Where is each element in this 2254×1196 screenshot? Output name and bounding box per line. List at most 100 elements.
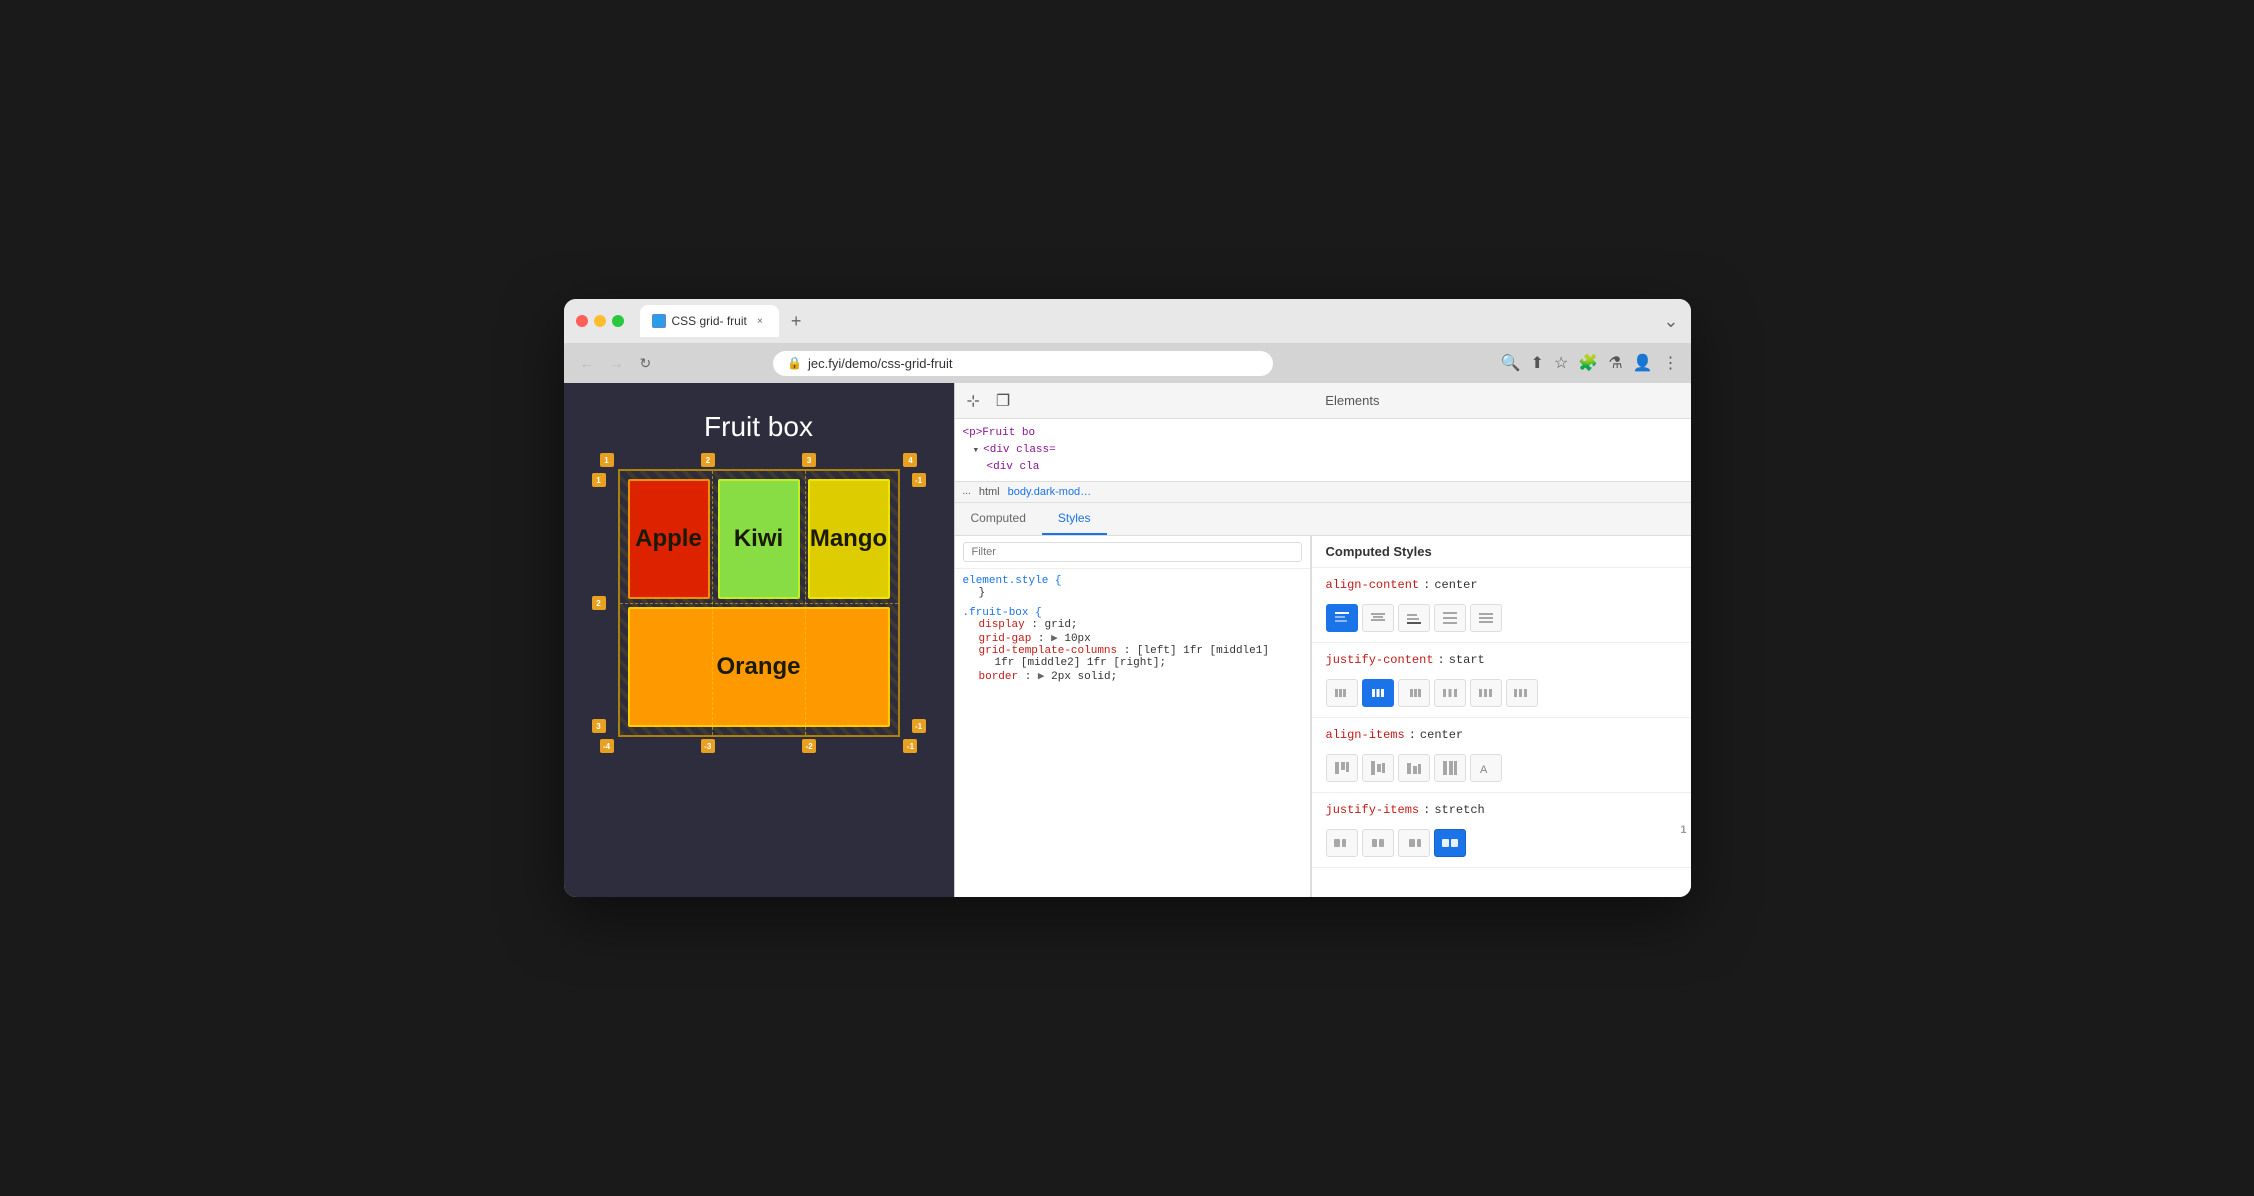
tab-styles[interactable]: Styles (1042, 503, 1107, 535)
css-rule-selector-fruitbox: .fruit-box { (963, 607, 1302, 619)
justify-items-center-btn[interactable] (1362, 829, 1394, 857)
computed-justify-items: justify-items : stretch (1312, 793, 1691, 868)
extensions-icon[interactable]: 🧩 (1578, 353, 1598, 373)
grid-label-right-top: -1 (912, 473, 926, 487)
traffic-lights (576, 315, 624, 327)
align-content-spacebetween-btn[interactable] (1434, 604, 1466, 632)
css-expand-arrow[interactable]: ▶ (1051, 633, 1058, 645)
align-content-start-btn[interactable] (1326, 604, 1358, 632)
computed-justify-row: justify-content : start (1326, 653, 1677, 673)
computed-justify-content: justify-content : start (1312, 643, 1691, 718)
css-border-expand[interactable]: ▶ (1038, 671, 1045, 683)
forward-button[interactable]: → (606, 351, 628, 375)
justify-content-end-btn[interactable] (1398, 679, 1430, 707)
back-button[interactable]: ← (576, 351, 598, 375)
justify-items-end-btn[interactable] (1398, 829, 1430, 857)
grid-label-left-2: 2 (592, 596, 606, 610)
address-input[interactable]: 🔒 jec.fyi/demo/css-grid-fruit (773, 351, 1273, 376)
html-tag-p: <p>Fruit bo (963, 427, 1036, 439)
css-prop-grid-template-cont: 1fr [middle2] 1fr [right]; (963, 657, 1302, 669)
justify-content-center-btn[interactable] (1362, 679, 1394, 707)
lock-icon: 🔒 (787, 356, 802, 370)
computed-align-items-row: align-items : center (1326, 728, 1677, 748)
align-items-start-btn[interactable] (1326, 754, 1358, 782)
css-rule-fruitbox: .fruit-box { display : grid; grid-gap : … (963, 607, 1302, 683)
computed-styles-title: Computed Styles (1312, 536, 1691, 568)
devtools-tabs: Computed Styles (955, 503, 1691, 536)
grid-label-bot-4: -1 (903, 739, 917, 753)
computed-prop-value-justify-items: stretch (1434, 803, 1484, 817)
computed-prop-colon-2: : (1409, 728, 1416, 742)
zoom-icon[interactable]: 🔍 (1501, 353, 1521, 373)
webpage-preview: Fruit box 1 2 3 4 1 2 (564, 383, 954, 897)
cursor-tool-button[interactable]: ⊹ (963, 387, 984, 415)
computed-prop-value-align-content: center (1434, 578, 1477, 592)
justify-content-start-btn[interactable] (1326, 679, 1358, 707)
computed-align-items: align-items : center (1312, 718, 1691, 793)
breadcrumb-body[interactable]: body.dark-mod… (1008, 486, 1092, 498)
share-icon[interactable]: ⬆ (1531, 353, 1544, 373)
maximize-traffic-light[interactable] (612, 315, 624, 327)
justify-content-spaceevenly-btn[interactable] (1506, 679, 1538, 707)
justify-items-stretch-btn[interactable] (1434, 829, 1466, 857)
devtools-tab-label: Elements (1325, 393, 1379, 408)
tab-area: 🌐 CSS grid- fruit × + (640, 305, 1656, 337)
url-display: jec.fyi/demo/css-grid-fruit (808, 356, 952, 371)
computed-prop-colon-0: : (1423, 578, 1430, 592)
justify-items-buttons (1326, 829, 1677, 857)
align-content-spacearound-btn[interactable] (1470, 604, 1502, 632)
fruit-grid-row1: Apple Kiwi Mango (628, 479, 890, 599)
filter-input[interactable] (963, 542, 1302, 562)
menu-icon[interactable]: ⋮ (1662, 353, 1678, 373)
css-prop-display: display : grid; (963, 619, 1302, 631)
close-traffic-light[interactable] (576, 315, 588, 327)
html-line-1: <p>Fruit bo (963, 425, 1683, 441)
align-items-stretch-btn[interactable] (1434, 754, 1466, 782)
html-line-3: <div cla (963, 459, 1683, 475)
browser-window: 🌐 CSS grid- fruit × + ⌄ ← → ↻ 🔒 jec.fyi/… (564, 299, 1691, 897)
refresh-button[interactable]: ↻ (636, 351, 656, 376)
profile-icon[interactable]: 👤 (1633, 353, 1653, 373)
active-tab[interactable]: 🌐 CSS grid- fruit × (640, 305, 779, 337)
flask-icon[interactable]: ⚗ (1608, 353, 1622, 373)
css-rule-element: element.style { } (963, 575, 1302, 599)
align-items-baseline-btn[interactable]: A (1470, 754, 1502, 782)
devtools-left-panel: element.style { } .fruit-box { disp (955, 536, 1311, 897)
filter-bar (955, 536, 1310, 569)
justify-content-spacearound-btn[interactable] (1470, 679, 1502, 707)
computed-prop-colon-1: : (1438, 653, 1445, 667)
new-tab-button[interactable]: + (783, 307, 810, 336)
align-content-end-btn[interactable] (1398, 604, 1430, 632)
grid-label-right-bot: -1 (912, 719, 926, 733)
layers-tool-button[interactable]: ❐ (992, 387, 1014, 415)
bookmark-icon[interactable]: ☆ (1554, 353, 1568, 373)
webpage-title: Fruit box (584, 393, 934, 453)
html-line-2: ▾ <div class= (963, 441, 1683, 459)
browser-toolbar-icons: 🔍 ⬆ ☆ 🧩 ⚗ 👤 ⋮ (1501, 353, 1679, 373)
align-content-buttons (1326, 604, 1677, 632)
css-empty-rule: } (963, 587, 1302, 599)
grid-label-left-1: 1 (592, 473, 606, 487)
breadcrumb-html[interactable]: html (979, 486, 1000, 498)
fruit-grid-row2: Orange (628, 607, 890, 727)
computed-prop-value-justify-content: start (1449, 653, 1485, 667)
grid-label-top-4: 4 (903, 453, 917, 467)
align-items-center-btn[interactable] (1362, 754, 1394, 782)
computed-justify-items-row: justify-items : stretch (1326, 803, 1677, 823)
tab-computed[interactable]: Computed (955, 503, 1042, 535)
css-rule-selector: element.style { (963, 575, 1302, 587)
grid-label-top-3: 3 (802, 453, 816, 467)
align-content-center-btn[interactable] (1362, 604, 1394, 632)
justify-content-spacebetween-btn[interactable] (1434, 679, 1466, 707)
css-panel: element.style { } .fruit-box { disp (955, 569, 1310, 897)
html-tag-div2: <div cla (987, 461, 1040, 473)
fruit-cell-kiwi: Kiwi (718, 479, 800, 599)
computed-prop-name-justify-content: justify-content (1326, 653, 1434, 667)
minimize-traffic-light[interactable] (594, 315, 606, 327)
scroll-indicator: 1 (1680, 824, 1686, 836)
align-items-end-btn[interactable] (1398, 754, 1430, 782)
tab-close-button[interactable]: × (753, 314, 767, 328)
html-tag-div1: <div class= (983, 444, 1056, 456)
justify-items-start-btn[interactable] (1326, 829, 1358, 857)
svg-text:A: A (1480, 764, 1488, 776)
